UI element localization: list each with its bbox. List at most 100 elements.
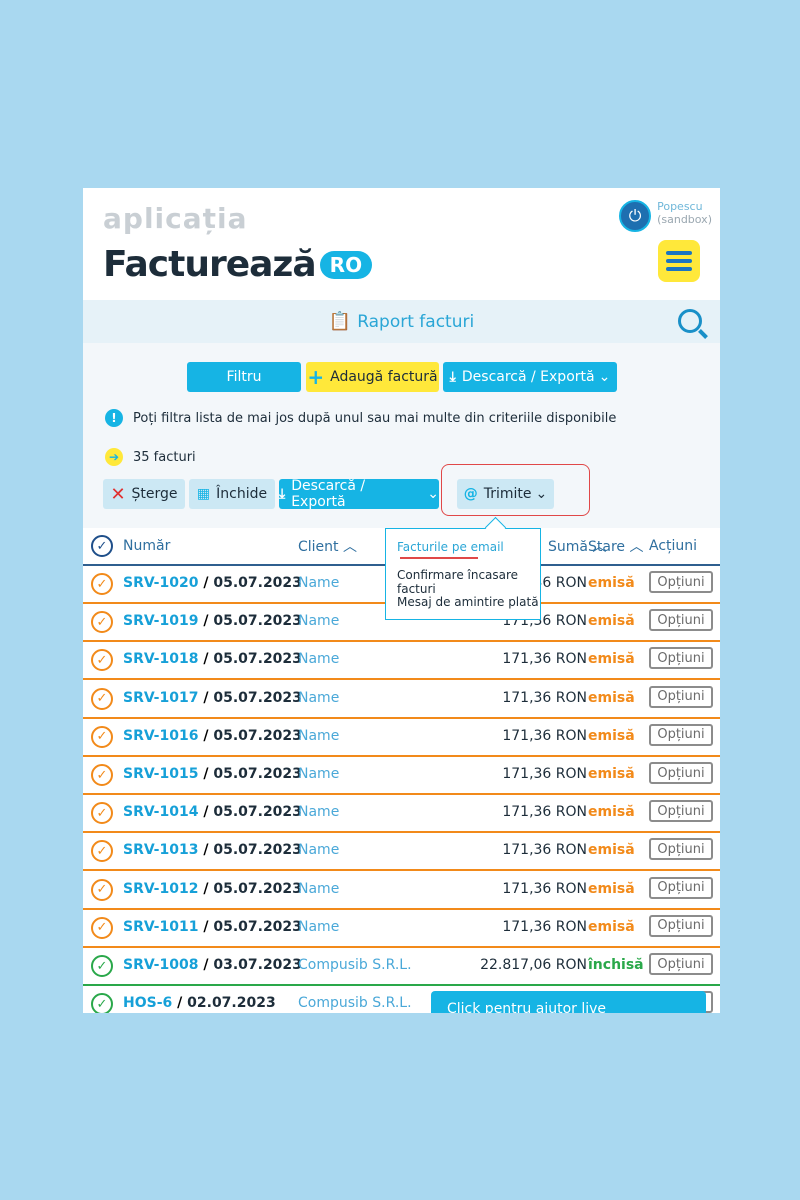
user-environment: (sandbox) bbox=[657, 213, 712, 226]
invoice-status: emisă bbox=[588, 842, 635, 859]
invoice-number[interactable]: SRV-1013 / 05.07.2023 bbox=[123, 842, 302, 858]
hamburger-menu-button[interactable] bbox=[658, 240, 700, 282]
invoice-number[interactable]: SRV-1017 / 05.07.2023 bbox=[123, 690, 302, 706]
header-status-label: Stare bbox=[588, 539, 626, 555]
filter-button[interactable]: Filtru bbox=[187, 362, 301, 392]
table-row[interactable]: ✓ SRV-1016 / 05.07.2023 Name 171,36 RON emis… bbox=[83, 718, 720, 757]
plus-icon: + bbox=[307, 365, 325, 389]
live-chat-button[interactable]: Click pentru ajutor live bbox=[431, 991, 706, 1013]
options-button[interactable]: Opțiuni bbox=[649, 953, 713, 975]
table-row[interactable]: ✓ SRV-1011 / 05.07.2023 Name 171,36 RON emis… bbox=[83, 909, 720, 948]
table-row[interactable]: ✓ SRV-1018 / 05.07.2023 Name 171,36 RON emis… bbox=[83, 641, 720, 681]
invoice-date: 05.07.2023 bbox=[213, 880, 302, 897]
invoice-client[interactable]: Compusib S.R.L. bbox=[298, 957, 412, 973]
invoice-client[interactable]: Name bbox=[298, 881, 339, 897]
menu-item-payment-confirmation[interactable]: Confirmare încasare facturi bbox=[397, 568, 540, 596]
filter-info-text: Poți filtra lista de mai jos după unul s… bbox=[133, 410, 617, 426]
invoice-count: ➔ 35 facturi bbox=[105, 448, 196, 466]
invoice-code[interactable]: SRV-1020 bbox=[123, 575, 198, 591]
invoice-code[interactable]: SRV-1014 bbox=[123, 804, 198, 820]
invoice-client[interactable]: Name bbox=[298, 728, 339, 744]
invoice-number[interactable]: SRV-1018 / 05.07.2023 bbox=[123, 651, 302, 667]
options-button[interactable]: Opțiuni bbox=[649, 762, 713, 784]
invoice-client[interactable]: Name bbox=[298, 613, 339, 629]
invoice-number[interactable]: SRV-1014 / 05.07.2023 bbox=[123, 804, 302, 820]
table-row[interactable]: ✓ SRV-1014 / 05.07.2023 Name 171,36 RON emis… bbox=[83, 794, 720, 834]
invoice-number[interactable]: SRV-1012 / 05.07.2023 bbox=[123, 881, 302, 897]
options-button[interactable]: Opțiuni bbox=[649, 647, 713, 670]
invoice-code[interactable]: SRV-1013 bbox=[123, 842, 198, 858]
status-check-icon[interactable]: ✓ bbox=[91, 573, 113, 595]
table-row[interactable]: ✓ SRV-1017 / 05.07.2023 Name 171,36 RON emis… bbox=[83, 680, 720, 719]
invoice-number[interactable]: SRV-1008 / 03.07.2023 bbox=[123, 957, 302, 973]
menu-item-email-invoices[interactable]: Facturile pe email bbox=[397, 540, 504, 554]
select-all-check-icon[interactable]: ✓ bbox=[91, 535, 113, 557]
options-button[interactable]: Opțiuni bbox=[649, 838, 713, 861]
export-button[interactable]: ⤓ Descarcă / Exportă ⌄ bbox=[443, 362, 617, 392]
status-check-icon[interactable]: ✓ bbox=[91, 840, 113, 863]
table-row[interactable]: ✓ SRV-1012 / 05.07.2023 Name 171,36 RON emis… bbox=[83, 871, 720, 910]
invoice-number[interactable]: SRV-1011 / 05.07.2023 bbox=[123, 919, 302, 935]
invoice-number[interactable]: SRV-1016 / 05.07.2023 bbox=[123, 728, 302, 744]
invoice-client[interactable]: Name bbox=[298, 804, 339, 820]
status-check-icon[interactable]: ✓ bbox=[91, 916, 113, 939]
menu-item-payment-reminder[interactable]: Mesaj de amintire plată bbox=[397, 595, 539, 609]
options-button[interactable]: Opțiuni bbox=[649, 800, 713, 823]
header-status[interactable]: Stare ︿ bbox=[588, 536, 643, 556]
invoice-code[interactable]: SRV-1012 bbox=[123, 881, 198, 897]
search-icon[interactable] bbox=[678, 309, 702, 333]
options-button[interactable]: Opțiuni bbox=[649, 914, 713, 937]
menu-line-icon bbox=[666, 251, 692, 255]
table-row[interactable]: ✓ SRV-1015 / 05.07.2023 Name 171,36 RON emis… bbox=[83, 756, 720, 795]
invoice-client[interactable]: Name bbox=[298, 575, 339, 591]
invoice-number[interactable]: SRV-1015 / 05.07.2023 bbox=[123, 766, 302, 782]
invoice-code[interactable]: SRV-1019 bbox=[123, 613, 198, 629]
invoice-client[interactable]: Compusib S.R.L. bbox=[298, 995, 412, 1011]
status-check-icon[interactable]: ✓ bbox=[91, 764, 113, 786]
table-row[interactable]: ✓ SRV-1013 / 05.07.2023 Name 171,36 RON emis… bbox=[83, 832, 720, 872]
invoice-status: emisă bbox=[588, 880, 635, 897]
invoice-code[interactable]: SRV-1008 bbox=[123, 957, 198, 973]
app-window: aplicația Facturează RO ⏻ Popescu (sandb… bbox=[83, 188, 720, 1013]
invoice-number[interactable]: SRV-1020 / 05.07.2023 bbox=[123, 575, 302, 591]
user-menu[interactable]: ⏻ Popescu (sandbox) bbox=[619, 200, 712, 232]
add-invoice-button[interactable]: + Adaugă factură bbox=[306, 362, 439, 392]
invoice-client[interactable]: Name bbox=[298, 842, 339, 858]
invoice-number[interactable]: HOS-6 / 02.07.2023 bbox=[123, 995, 276, 1011]
invoice-code[interactable]: SRV-1018 bbox=[123, 651, 198, 667]
invoice-code[interactable]: SRV-1015 bbox=[123, 766, 198, 782]
delete-button[interactable]: ✕ Șterge bbox=[103, 479, 185, 509]
options-button[interactable]: Opțiuni bbox=[649, 876, 713, 899]
invoice-code[interactable]: SRV-1016 bbox=[123, 728, 198, 744]
status-check-icon[interactable]: ✓ bbox=[91, 649, 113, 672]
invoice-client[interactable]: Name bbox=[298, 690, 339, 706]
status-check-icon[interactable]: ✓ bbox=[91, 687, 113, 710]
logo[interactable]: Facturează RO bbox=[103, 244, 373, 285]
power-icon[interactable]: ⏻ bbox=[619, 200, 652, 232]
close-invoices-button[interactable]: ▦ Închide bbox=[189, 479, 275, 509]
invoice-client[interactable]: Name bbox=[298, 766, 339, 782]
header-client[interactable]: Client ︿ bbox=[298, 536, 357, 556]
invoice-code[interactable]: SRV-1011 bbox=[123, 919, 198, 935]
export-selected-button[interactable]: ⤓ Descarcă / Exportă ⌄ bbox=[279, 478, 439, 510]
invoice-client[interactable]: Name bbox=[298, 651, 339, 667]
options-button[interactable]: Opțiuni bbox=[649, 609, 713, 632]
header-number[interactable]: Număr bbox=[123, 538, 170, 554]
highlight-box bbox=[441, 464, 590, 516]
status-check-icon[interactable]: ✓ bbox=[91, 993, 113, 1013]
status-check-icon[interactable]: ✓ bbox=[91, 725, 113, 748]
invoice-code[interactable]: HOS-6 bbox=[123, 995, 172, 1011]
table-row[interactable]: ✓ SRV-1008 / 03.07.2023 Compusib S.R.L. 22.… bbox=[83, 947, 720, 986]
invoice-number[interactable]: SRV-1019 / 05.07.2023 bbox=[123, 613, 302, 629]
status-check-icon[interactable]: ✓ bbox=[91, 955, 113, 977]
status-check-icon[interactable]: ✓ bbox=[91, 802, 113, 825]
invoice-date: 02.07.2023 bbox=[187, 995, 276, 1012]
invoice-client[interactable]: Name bbox=[298, 919, 339, 935]
status-check-icon[interactable]: ✓ bbox=[91, 878, 113, 901]
options-button[interactable]: Opțiuni bbox=[649, 685, 713, 708]
options-button[interactable]: Opțiuni bbox=[649, 723, 713, 746]
invoice-code[interactable]: SRV-1017 bbox=[123, 690, 198, 706]
status-check-icon[interactable]: ✓ bbox=[91, 611, 113, 634]
x-icon: ✕ bbox=[110, 483, 126, 505]
options-button[interactable]: Opțiuni bbox=[649, 571, 713, 593]
